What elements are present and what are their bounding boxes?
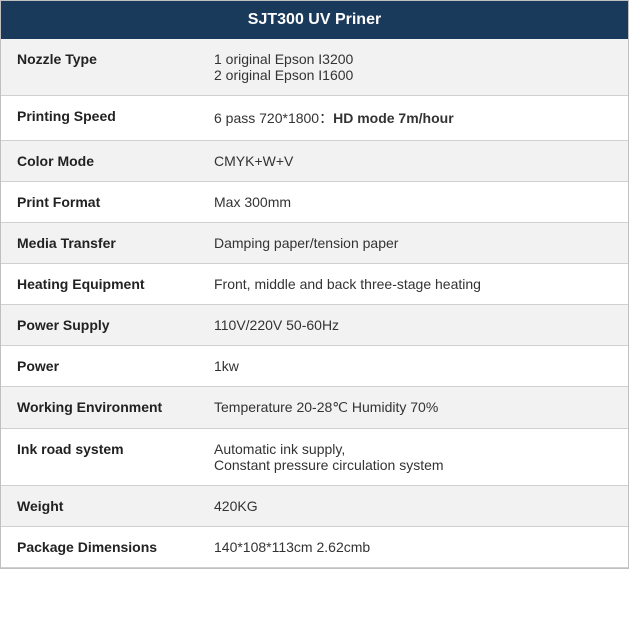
row-value: CMYK+W+V — [198, 141, 628, 182]
row-label: Print Format — [1, 182, 198, 223]
row-value: 420KG — [198, 486, 628, 527]
row-label: Heating Equipment — [1, 264, 198, 305]
value-line: 2 original Epson I1600 — [214, 67, 353, 83]
row-label: Ink road system — [1, 429, 198, 486]
row-label: Working Environment — [1, 387, 198, 429]
table-row: Package Dimensions140*108*113cm 2.62cmb — [1, 527, 628, 568]
row-label: Nozzle Type — [1, 39, 198, 96]
row-label: Package Dimensions — [1, 527, 198, 568]
table-row: Power Supply110V/220V 50-60Hz — [1, 305, 628, 346]
row-value: Front, middle and back three-stage heati… — [198, 264, 628, 305]
row-value: 140*108*113cm 2.62cmb — [198, 527, 628, 568]
table-row: Heating EquipmentFront, middle and back … — [1, 264, 628, 305]
spec-table: SJT300 UV Priner Nozzle Type1 original E… — [0, 0, 629, 569]
table-title: SJT300 UV Priner — [248, 11, 381, 28]
table-row: Color ModeCMYK+W+V — [1, 141, 628, 182]
table-row: Ink road systemAutomatic ink supply,Cons… — [1, 429, 628, 486]
row-value: Automatic ink supply,Constant pressure c… — [198, 429, 628, 486]
table-row: Weight420KG — [1, 486, 628, 527]
row-value: 110V/220V 50-60Hz — [198, 305, 628, 346]
table-row: Nozzle Type1 original Epson I32002 origi… — [1, 39, 628, 96]
value-bold: HD mode 7m/hour — [333, 110, 454, 126]
row-value: 6 pass 720*1800：HD mode 7m/hour — [198, 96, 628, 141]
table-row: Power1kw — [1, 346, 628, 387]
table-row: Print FormatMax 300mm — [1, 182, 628, 223]
table-row: Media TransferDamping paper/tension pape… — [1, 223, 628, 264]
row-label: Power Supply — [1, 305, 198, 346]
row-value: 1 original Epson I32002 original Epson I… — [198, 39, 628, 96]
table-row: Working EnvironmentTemperature 20-28℃ Hu… — [1, 387, 628, 429]
row-value: Max 300mm — [198, 182, 628, 223]
table-row: Printing Speed6 pass 720*1800：HD mode 7m… — [1, 96, 628, 141]
table-header: SJT300 UV Priner — [1, 1, 628, 39]
value-prefix: 6 pass 720*1800： — [214, 110, 333, 126]
row-value: Temperature 20-28℃ Humidity 70% — [198, 387, 628, 429]
row-label: Media Transfer — [1, 223, 198, 264]
row-value: Damping paper/tension paper — [198, 223, 628, 264]
row-label: Color Mode — [1, 141, 198, 182]
value-line: 1 original Epson I3200 — [214, 51, 353, 67]
spec-rows: Nozzle Type1 original Epson I32002 origi… — [1, 39, 628, 568]
row-label: Power — [1, 346, 198, 387]
row-value: 1kw — [198, 346, 628, 387]
value-line: Automatic ink supply, — [214, 441, 345, 457]
value-line: Constant pressure circulation system — [214, 457, 444, 473]
row-label: Weight — [1, 486, 198, 527]
row-label: Printing Speed — [1, 96, 198, 141]
